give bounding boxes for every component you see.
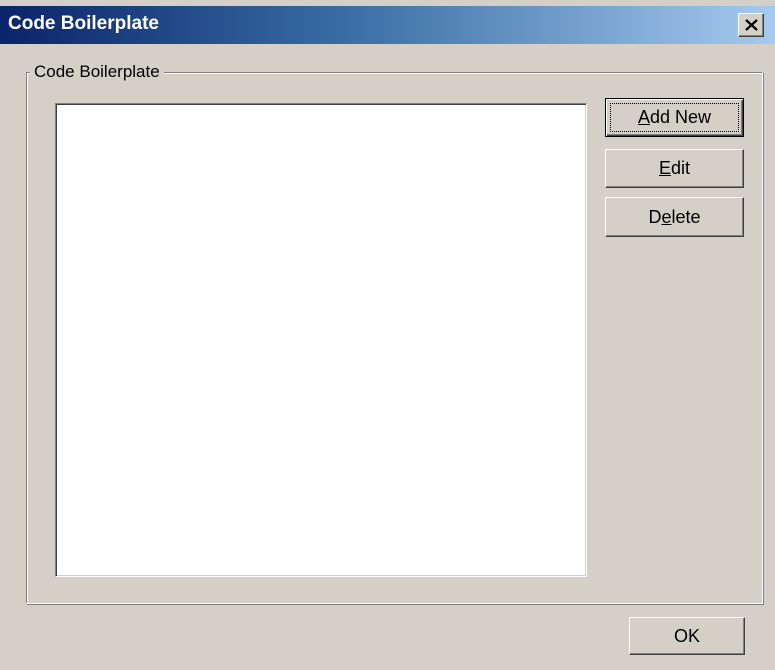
- delete-label-pre: D: [648, 206, 662, 227]
- edit-label-rest: dit: [671, 158, 691, 178]
- close-icon: [745, 19, 758, 31]
- focus-rectangle: [610, 103, 739, 132]
- edit-button[interactable]: Edit: [605, 149, 744, 188]
- delete-button[interactable]: Delete: [605, 197, 744, 237]
- code-boilerplate-dialog: Code Boilerplate Code Boilerplate Add Ne…: [0, 0, 775, 670]
- window-title: Code Boilerplate: [8, 13, 159, 34]
- edit-label: Edit: [659, 158, 690, 179]
- delete-label-rest: lete: [671, 206, 701, 227]
- title-bar[interactable]: Code Boilerplate: [0, 6, 775, 44]
- edit-mnemonic: E: [658, 158, 671, 178]
- ok-label: OK: [673, 625, 700, 646]
- delete-mnemonic: e: [661, 206, 672, 227]
- groupbox-label: Code Boilerplate: [30, 62, 164, 82]
- delete-label: Delete: [648, 207, 700, 228]
- close-button[interactable]: [738, 13, 764, 37]
- ok-button[interactable]: OK: [629, 617, 745, 655]
- boilerplate-list[interactable]: [55, 103, 587, 577]
- add-new-button[interactable]: Add New: [605, 98, 744, 137]
